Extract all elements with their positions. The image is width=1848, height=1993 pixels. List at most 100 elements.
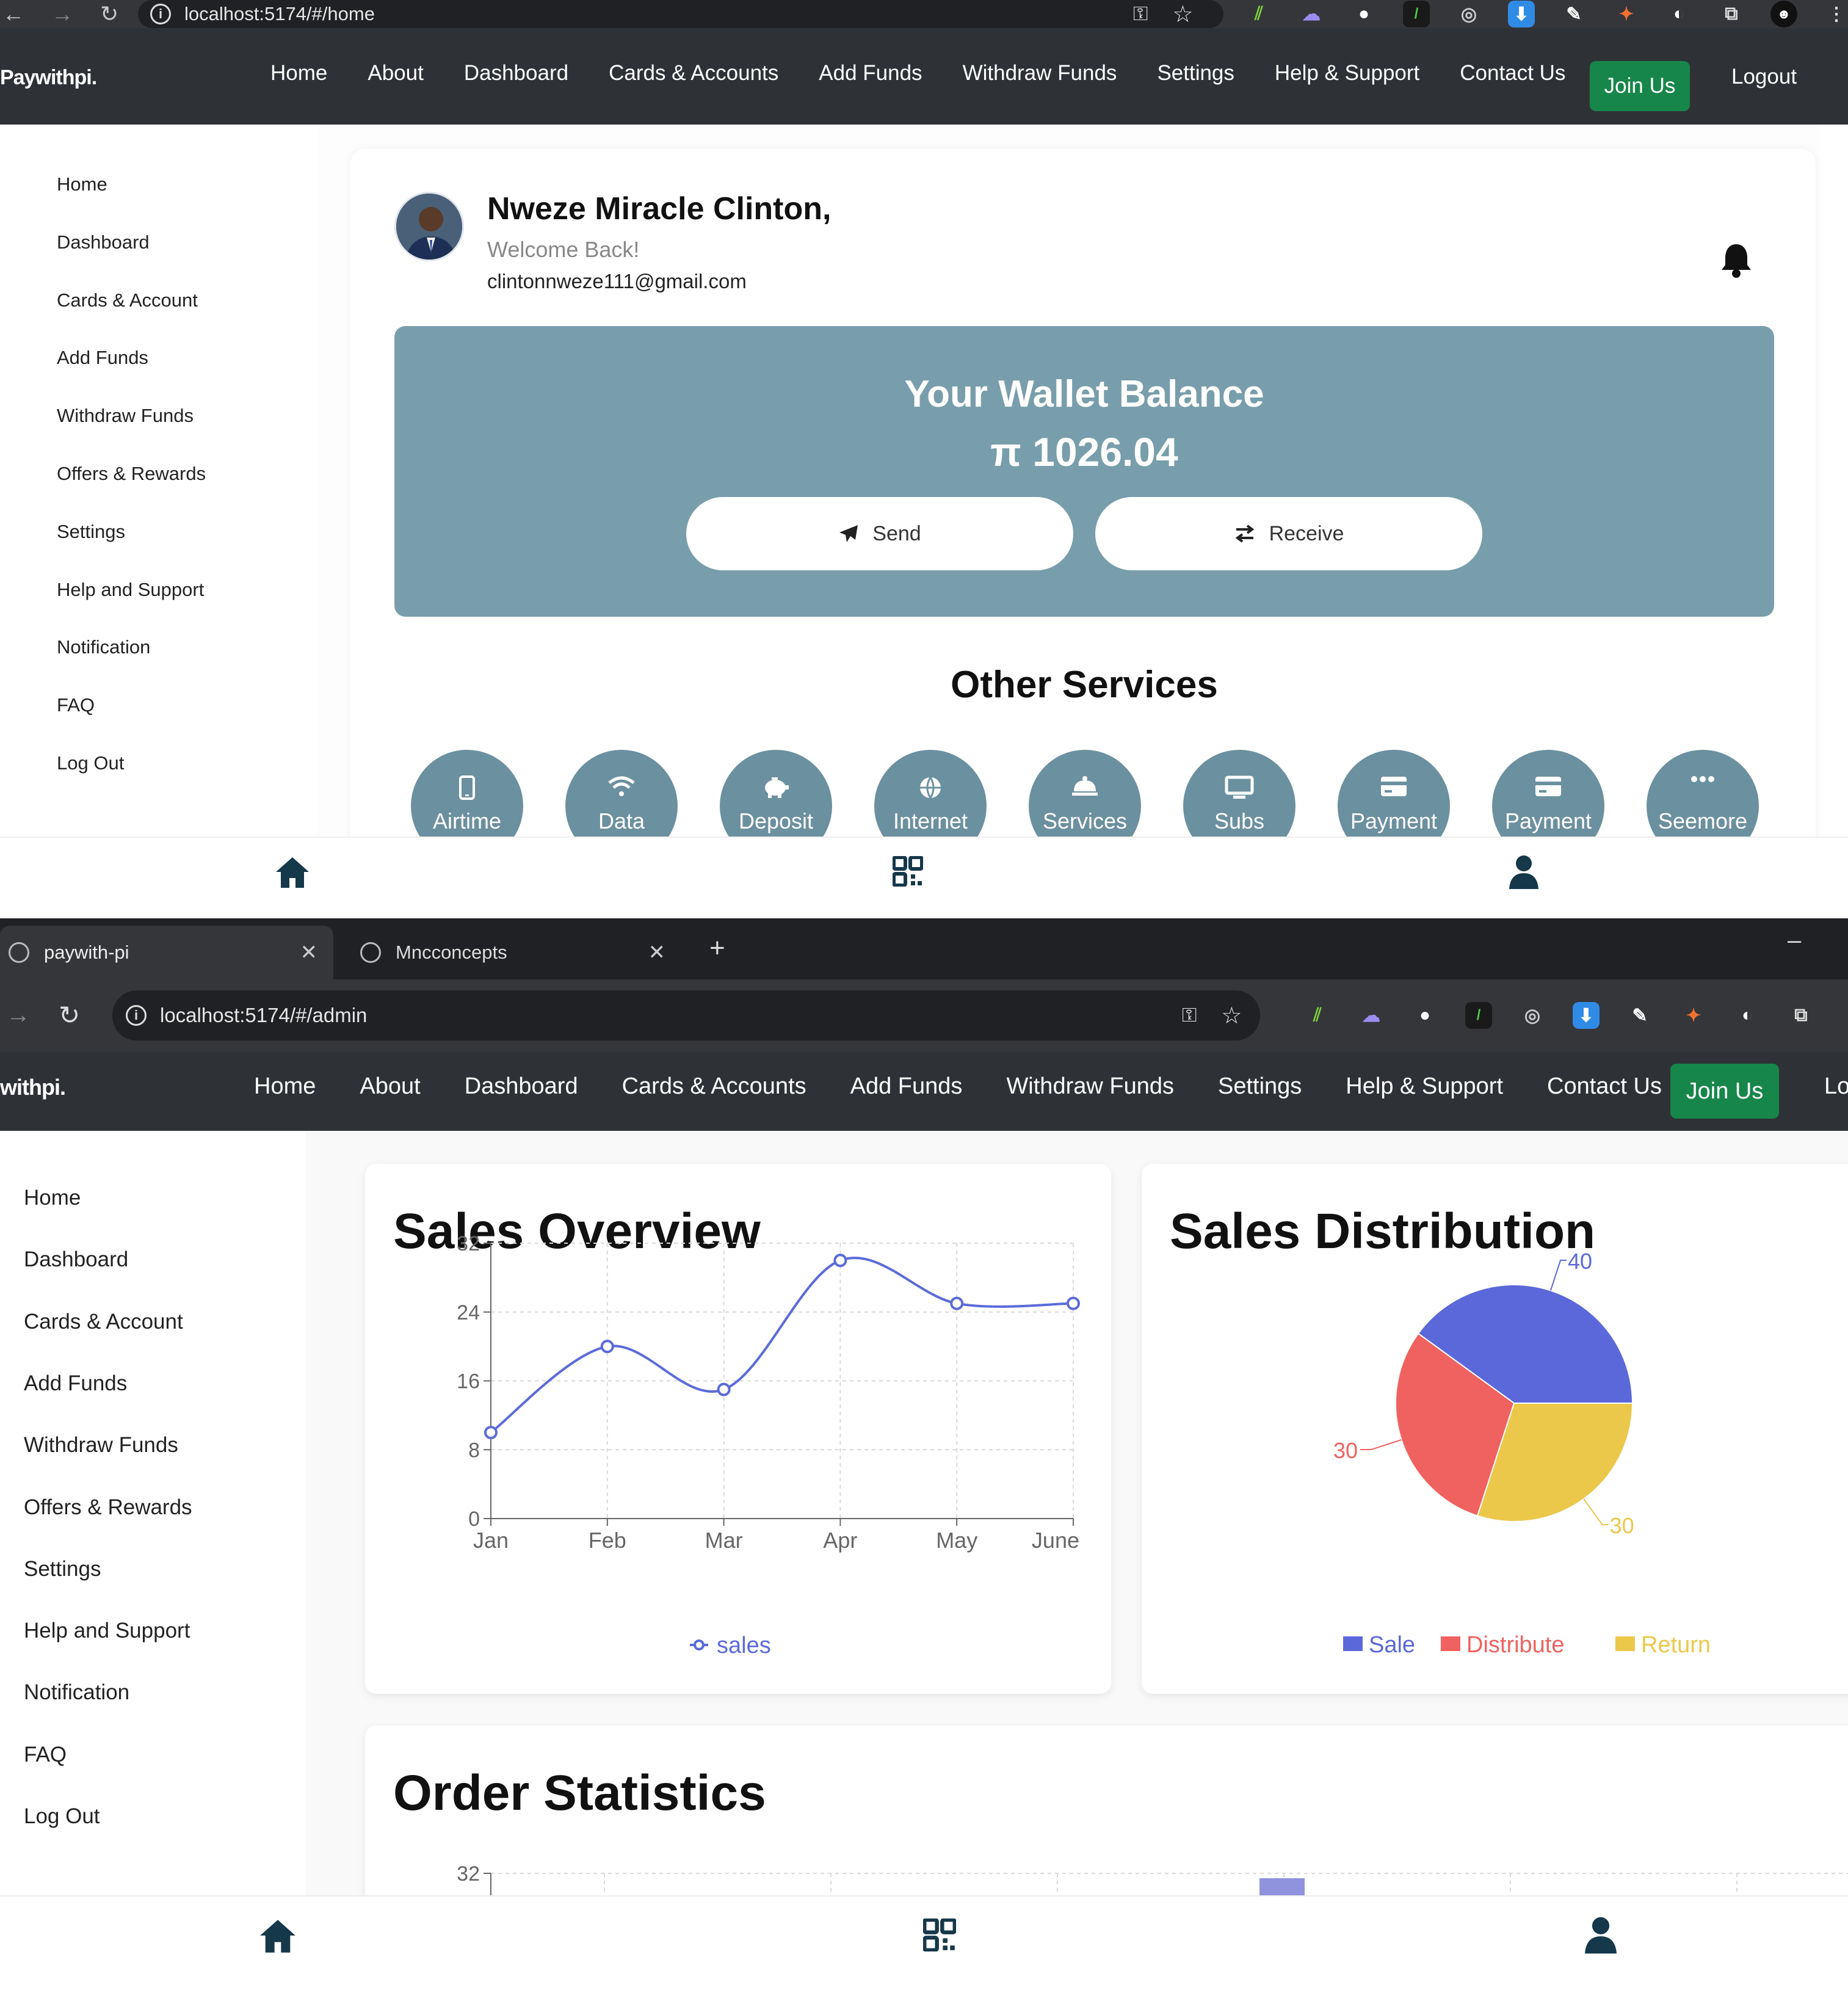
logout-link[interactable]: Logout [1731,65,1797,89]
close-tab-icon[interactable]: ✕ [300,940,318,965]
nav-link-settings[interactable]: Settings [1218,1073,1302,1100]
forward-icon[interactable]: → [6,1001,31,1029]
sidebar-item-faq[interactable]: FAQ [57,694,95,716]
sales-data-point[interactable] [1067,1296,1080,1310]
url-text[interactable]: localhost:5174/#/admin [160,1004,367,1027]
nav-link-add-funds[interactable]: Add Funds [819,61,922,85]
sidebar-item-home[interactable]: Home [24,1186,81,1210]
nav-link-help-and-support[interactable]: Help & Support [1346,1073,1503,1100]
legend-return[interactable]: Return [1641,1632,1711,1658]
send-button[interactable]: Send [686,497,1073,570]
back-icon[interactable]: ← [2,1,24,27]
cloud-extension-icon[interactable]: ☁ [1358,1002,1385,1029]
join-us-button[interactable]: Join Us [1670,1064,1779,1119]
legend-sale[interactable]: Sale [1369,1632,1415,1658]
sidebar-item-home[interactable]: Home [57,173,107,195]
brand-logo[interactable]: withpi. [0,1075,66,1100]
sidebar-item-offers-and-rewards[interactable]: Offers & Rewards [57,463,206,485]
legend-sales[interactable]: sales [717,1633,771,1658]
profile-icon[interactable] [1509,855,1538,889]
nav-link-about[interactable]: About [360,1073,420,1100]
star-icon[interactable]: ☆ [1172,1,1193,28]
notification-bell-icon[interactable] [1719,242,1753,278]
sidebar-item-settings[interactable]: Settings [24,1557,101,1581]
chart-extension-icon[interactable]: ⫽ [1304,1002,1331,1029]
nav-link-home[interactable]: Home [270,61,327,85]
menu-dots-icon[interactable]: ⋮ [1823,1,1848,27]
nav-link-contact-us[interactable]: Contact Us [1547,1073,1662,1100]
sidebar-item-notification[interactable]: Notification [57,636,150,658]
receive-button[interactable]: Receive [1095,497,1482,570]
nav-link-settings[interactable]: Settings [1157,61,1234,85]
nav-link-dashboard[interactable]: Dashboard [464,61,568,85]
home-icon[interactable] [275,856,310,889]
fox-extension-icon[interactable]: ✦ [1680,1002,1707,1029]
sidebar-item-cards-and-account[interactable]: Cards & Account [57,289,198,311]
circle-extension-icon[interactable]: ◐ [1734,1002,1761,1029]
nav-link-dashboard[interactable]: Dashboard [465,1073,578,1100]
sidebar-item-offers-and-rewards[interactable]: Offers & Rewards [24,1495,192,1520]
sidebar-item-add-funds[interactable]: Add Funds [57,347,148,369]
profile-icon[interactable] [1585,1916,1617,1954]
brand-logo[interactable]: Paywithpi. [0,66,97,90]
avatar[interactable] [394,192,464,261]
cloud-extension-icon[interactable]: ☁ [1298,1,1325,27]
forward-icon[interactable]: → [51,1,73,27]
circle-extension-icon[interactable]: ◐ [1665,1,1692,27]
sidebar-item-notification[interactable]: Notification [24,1680,129,1705]
puzzle-icon[interactable]: ⧉ [1788,1002,1814,1029]
new-tab-icon[interactable]: + [709,933,725,964]
target-extension-icon[interactable]: ◎ [1455,1,1482,27]
minimize-icon[interactable]: – [1788,927,1801,954]
sidebar-item-dashboard[interactable]: Dashboard [24,1247,128,1272]
target-extension-icon[interactable]: ◎ [1519,1002,1546,1029]
nav-link-cards-and-accounts[interactable]: Cards & Accounts [622,1073,806,1100]
puzzle-icon[interactable]: ⧉ [1718,1,1745,27]
qr-code-icon[interactable] [893,856,923,887]
sales-data-point[interactable] [484,1426,498,1440]
nav-link-withdraw-funds[interactable]: Withdraw Funds [963,61,1117,85]
download-extension-icon[interactable]: ⬇ [1573,1002,1600,1029]
key-icon[interactable]: ⚿ [1133,2,1148,26]
url-text[interactable]: localhost:5174/#/home [184,3,375,25]
nav-link-home[interactable]: Home [254,1073,316,1100]
profile-avatar[interactable]: ☻ [1770,1,1797,27]
game-extension-icon[interactable]: ● [1350,1,1377,27]
sales-data-point[interactable] [600,1340,614,1354]
join-us-button[interactable]: Join Us [1590,61,1690,111]
site-info-icon[interactable]: i [150,4,171,24]
sidebar-item-help-and-support[interactable]: Help and Support [57,579,204,601]
sidebar-item-withdraw-funds[interactable]: Withdraw Funds [57,405,194,427]
tab-mncconcepts[interactable]: Mncconcepts ✕ [352,926,681,979]
reload-icon[interactable]: ↻ [59,1000,80,1030]
sidebar-item-log-out[interactable]: Log Out [57,752,124,774]
sidebar-item-dashboard[interactable]: Dashboard [57,231,150,253]
tab-paywith-pi[interactable]: paywith-pi ✕ [0,926,333,979]
sales-data-point[interactable] [833,1254,847,1268]
nav-link-contact-us[interactable]: Contact Us [1460,61,1565,85]
sidebar-item-cards-and-account[interactable]: Cards & Account [24,1310,183,1334]
reload-icon[interactable]: ↻ [100,1,118,27]
sidebar-item-withdraw-funds[interactable]: Withdraw Funds [24,1433,178,1458]
close-tab-icon[interactable]: ✕ [648,940,666,965]
sidebar-item-help-and-support[interactable]: Help and Support [24,1619,190,1643]
address-bar[interactable]: i localhost:5174/#/home ⚿ ☆ [138,0,1223,28]
sidebar-item-add-funds[interactable]: Add Funds [24,1371,127,1396]
chart-extension-icon[interactable]: ⫽ [1245,1,1272,27]
key-icon[interactable]: ⚿ [1182,1004,1197,1027]
home-icon[interactable] [259,1919,297,1954]
pen-extension-icon[interactable]: ✎ [1560,1,1587,27]
fox-extension-icon[interactable]: ✦ [1613,1,1640,27]
site-info-icon[interactable]: i [126,1005,147,1026]
sidebar-item-log-out[interactable]: Log Out [24,1804,100,1829]
sales-data-point[interactable] [717,1382,731,1396]
nav-link-help-and-support[interactable]: Help & Support [1275,61,1419,85]
download-extension-icon[interactable]: ⬇ [1508,1,1535,27]
sidebar-item-faq[interactable]: FAQ [24,1743,67,1767]
legend-distribute[interactable]: Distribute [1466,1632,1565,1658]
star-icon[interactable]: ☆ [1221,1002,1242,1029]
nav-link-add-funds[interactable]: Add Funds [850,1073,963,1100]
terminal-extension-icon[interactable]: / [1465,1002,1492,1029]
game-extension-icon[interactable]: ● [1411,1002,1438,1029]
sales-data-point[interactable] [950,1296,964,1310]
